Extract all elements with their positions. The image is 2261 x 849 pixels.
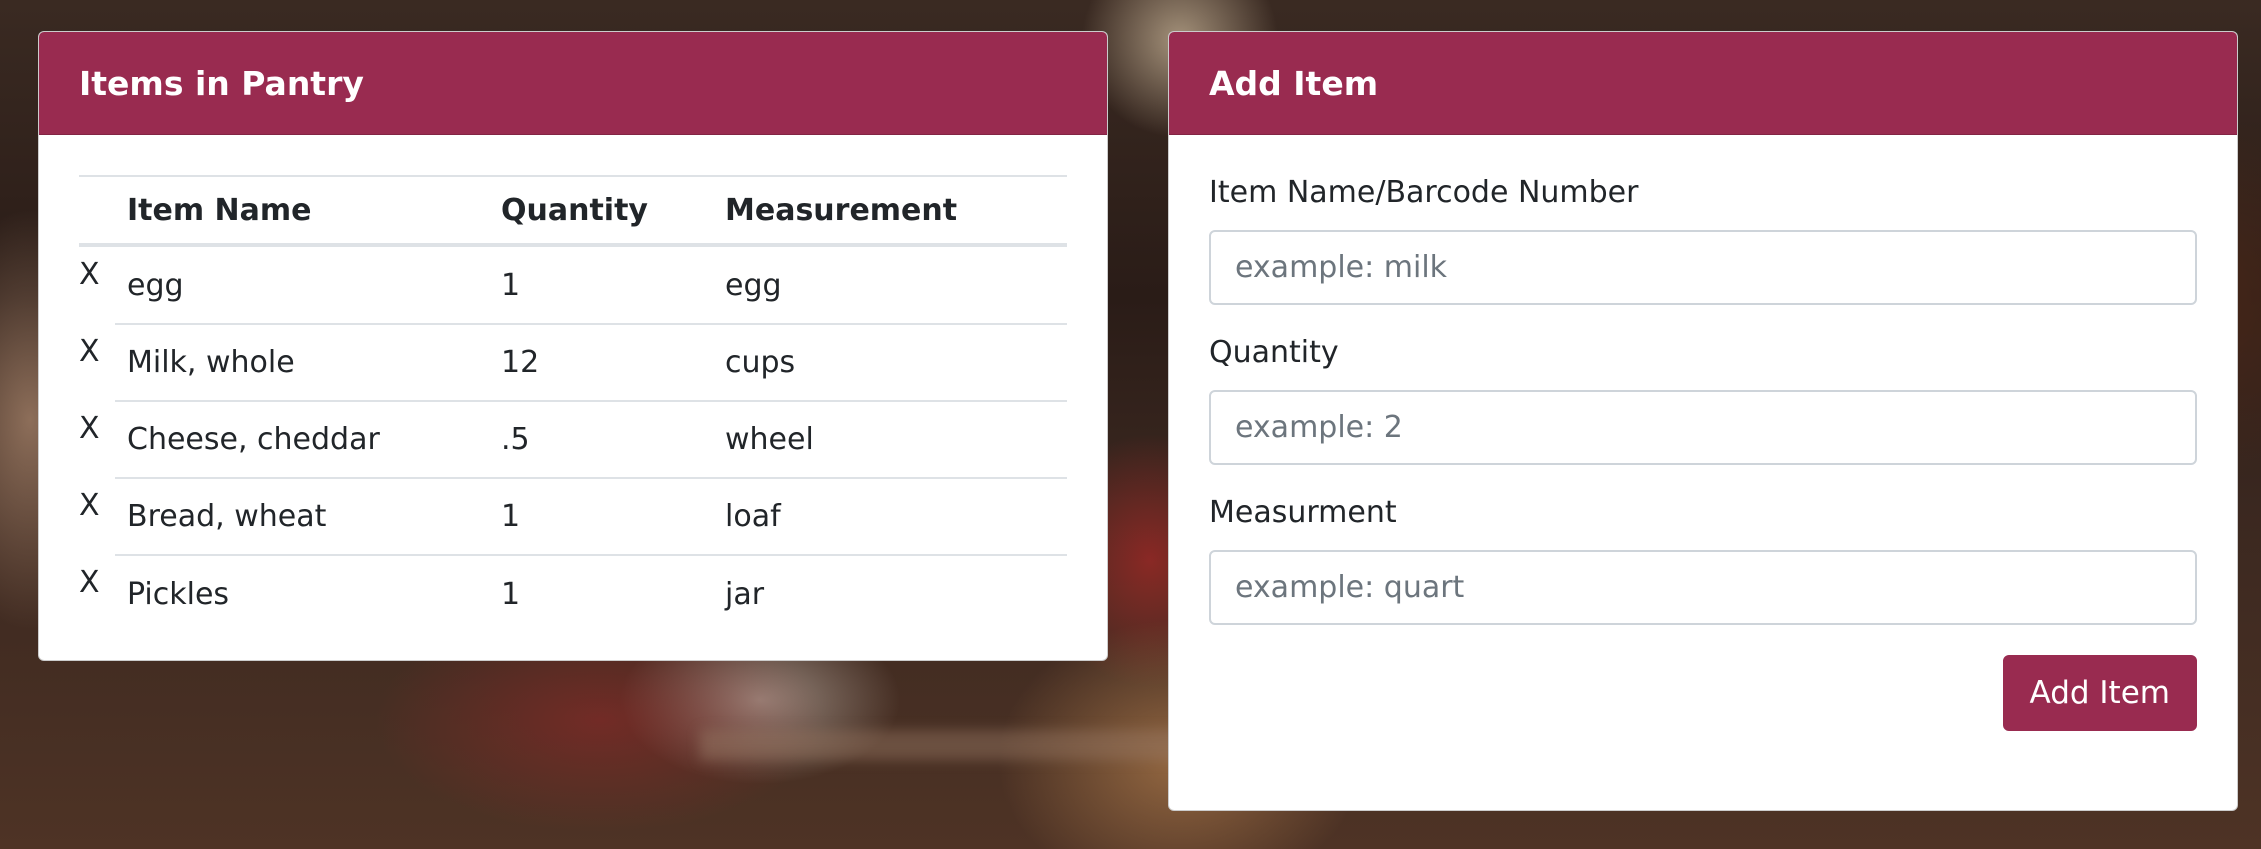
pantry-card-title: Items in Pantry xyxy=(39,32,1107,135)
item-name-group: Item Name/Barcode Number xyxy=(1209,175,2197,305)
add-item-card-title: Add Item xyxy=(1169,32,2237,135)
column-header-item-name: Item Name xyxy=(115,175,489,247)
add-item-button[interactable]: Add Item xyxy=(2002,655,2197,731)
quantity-cell: 1 xyxy=(489,478,713,556)
delete-item-button[interactable]: X xyxy=(79,401,115,478)
table-row: X Bread, wheat 1 loaf xyxy=(79,478,1067,556)
delete-item-button[interactable]: X xyxy=(79,555,115,632)
column-header-delete xyxy=(79,175,115,247)
measurement-cell: loaf xyxy=(713,478,1067,556)
column-header-measurement: Measurement xyxy=(713,175,1067,247)
measurement-cell: cups xyxy=(713,324,1067,402)
add-item-form: Item Name/Barcode Number Quantity Measur… xyxy=(1169,135,2237,771)
item-name-cell: Pickles xyxy=(127,576,230,612)
item-name-cell: egg xyxy=(115,245,489,325)
quantity-label: Quantity xyxy=(1209,335,1339,370)
item-name-cell: Bread, wheat xyxy=(115,478,489,556)
quantity-cell: .5 xyxy=(489,401,713,479)
table-row: X Pickles 1 jar xyxy=(79,555,1067,632)
item-name-cell: Milk, whole xyxy=(115,324,489,402)
item-name-cell: Cheese, cheddar xyxy=(115,401,489,479)
measurement-label: Measurment xyxy=(1209,495,1397,530)
pantry-card-body: Item Name Quantity Measurement X egg 1 e… xyxy=(39,135,1107,660)
quantity-cell: 12 xyxy=(489,324,713,402)
item-name-input[interactable] xyxy=(1209,230,2197,305)
pantry-card: Items in Pantry Item Name Quantity Measu… xyxy=(38,31,1108,661)
table-row: X egg 1 egg xyxy=(79,245,1067,325)
delete-item-button[interactable]: X xyxy=(79,324,115,401)
delete-item-button[interactable]: X xyxy=(79,478,115,555)
delete-item-button[interactable]: X xyxy=(79,245,115,324)
add-item-card: Add Item Item Name/Barcode Number Quanti… xyxy=(1168,31,2238,811)
table-row: X Cheese, cheddar .5 wheel xyxy=(79,401,1067,479)
pantry-table: Item Name Quantity Measurement X egg 1 e… xyxy=(79,175,1067,632)
measurement-group: Measurment xyxy=(1209,495,2197,625)
quantity-cell: 1 xyxy=(489,245,713,325)
quantity-cell: 1 xyxy=(501,576,521,612)
measurement-cell: egg xyxy=(713,245,1067,325)
measurement-input[interactable] xyxy=(1209,550,2197,625)
quantity-input[interactable] xyxy=(1209,390,2197,465)
measurement-cell: jar xyxy=(725,576,765,612)
table-row: X Milk, whole 12 cups xyxy=(79,324,1067,402)
measurement-cell: wheel xyxy=(713,401,1067,479)
table-header-row: Item Name Quantity Measurement xyxy=(79,175,1067,247)
item-name-label: Item Name/Barcode Number xyxy=(1209,175,1639,210)
quantity-group: Quantity xyxy=(1209,335,2197,465)
column-header-quantity: Quantity xyxy=(489,175,713,247)
form-actions: Add Item xyxy=(1209,655,2197,731)
